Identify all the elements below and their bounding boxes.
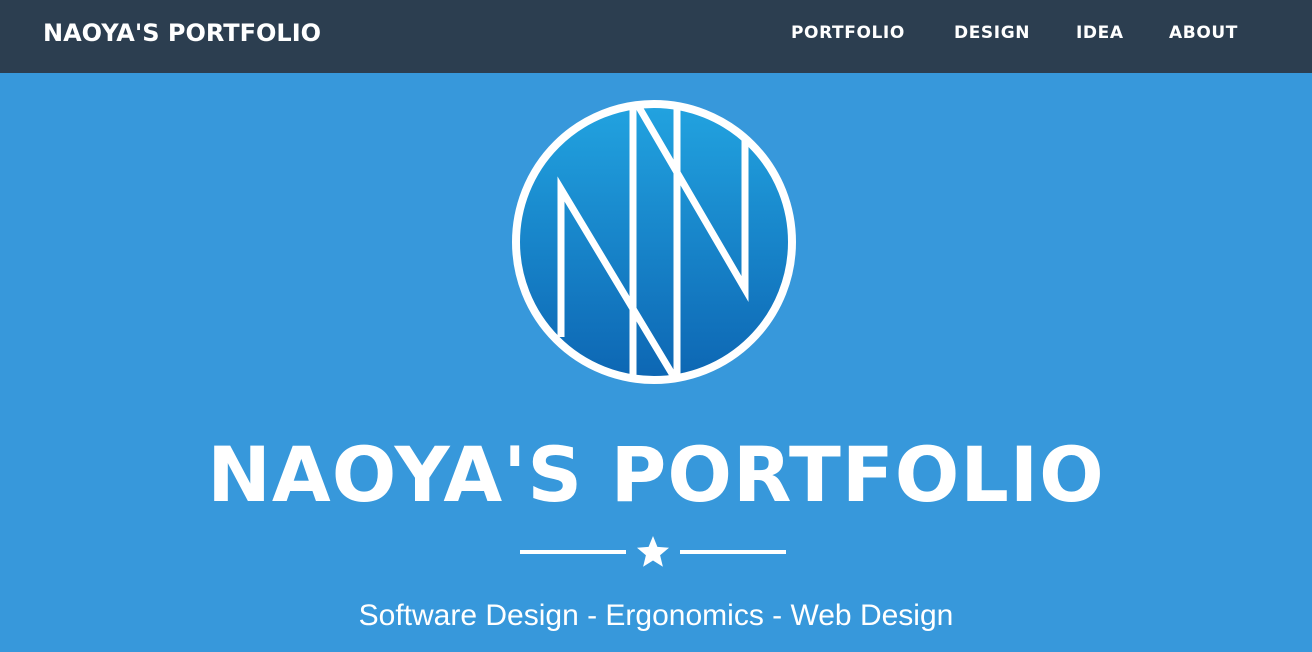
nav-menu: PORTFOLIO DESIGN IDEA ABOUT xyxy=(0,22,1312,44)
nav-link-idea[interactable]: IDEA xyxy=(1076,22,1124,44)
nav-link-design[interactable]: DESIGN xyxy=(954,22,1030,44)
star-divider xyxy=(520,534,786,570)
divider-line-left xyxy=(520,550,626,554)
nn-monogram-logo-icon xyxy=(509,97,799,387)
star-icon xyxy=(635,534,671,570)
nav-link-portfolio[interactable]: PORTFOLIO xyxy=(791,22,905,44)
nav-link-about[interactable]: ABOUT xyxy=(1169,22,1238,44)
divider-line-right xyxy=(680,550,786,554)
hero-title: NAOYA'S PORTFOLIO xyxy=(207,430,1105,519)
hero-tagline: Software Design - Ergonomics - Web Desig… xyxy=(358,599,954,632)
navbar: NAOYA'S PORTFOLIO PORTFOLIO DESIGN IDEA … xyxy=(0,0,1312,73)
